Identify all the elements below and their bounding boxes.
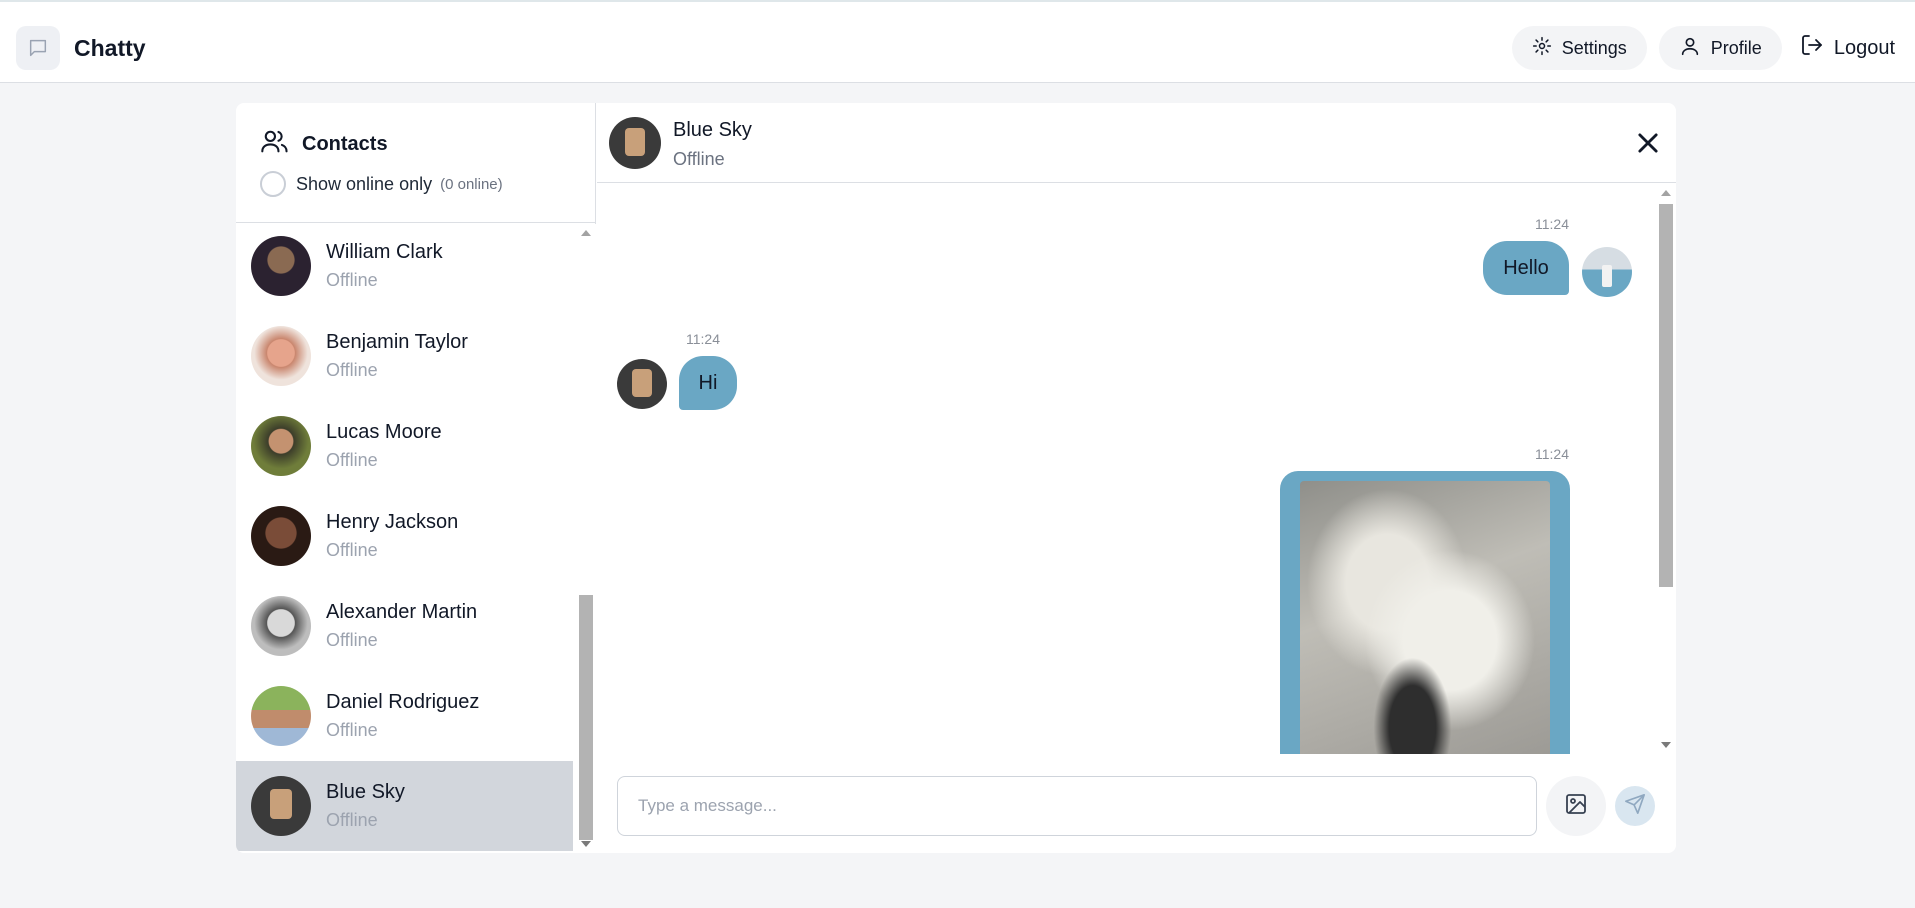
send-button[interactable] [1615, 786, 1655, 826]
navbar: Chatty Settings Profile Logout [0, 0, 1915, 83]
my-avatar [1582, 247, 1632, 297]
avatar [251, 776, 311, 836]
contact-status: Offline [326, 540, 378, 560]
messages-scrollbar[interactable] [1655, 184, 1676, 754]
chat-card: Contacts Show online only (0 online) Wil… [236, 103, 1676, 853]
settings-label: Settings [1561, 37, 1627, 58]
scroll-down-icon[interactable] [1661, 742, 1671, 748]
contact-item[interactable]: Daniel Rodriguez Offline [236, 671, 573, 761]
online-count: (0 online) [440, 175, 503, 193]
chat-header: Blue Sky Offline [597, 103, 1676, 183]
message-square-icon [16, 26, 60, 70]
message-bubble: Hello [1483, 241, 1569, 295]
contact-status: Offline [326, 720, 378, 740]
contact-item[interactable]: Henry Jackson Offline [236, 491, 573, 581]
contact-name: Daniel Rodriguez [326, 691, 480, 713]
avatar [251, 596, 311, 656]
contacts-header: Contacts Show online only (0 online) [236, 103, 596, 223]
contacts-scrollbar[interactable] [576, 224, 596, 853]
users-icon [260, 127, 290, 161]
chat-contact-name: Blue Sky [673, 119, 752, 141]
user-icon [1679, 35, 1711, 62]
avatar [251, 416, 311, 476]
image-icon [1564, 792, 1588, 821]
avatar [251, 236, 311, 296]
scrollbar-thumb[interactable] [1659, 204, 1673, 587]
app-name: Chatty [74, 34, 146, 61]
gear-icon [1532, 36, 1562, 61]
message-composer [597, 754, 1676, 853]
contact-status: Offline [326, 360, 378, 380]
avatar [251, 326, 311, 386]
contact-item[interactable]: Lucas Moore Offline [236, 401, 573, 491]
avatar [251, 506, 311, 566]
scroll-up-icon[interactable] [581, 230, 591, 236]
avatar [251, 686, 311, 746]
contact-name: Blue Sky [326, 781, 405, 803]
online-only-label: Show online only [296, 173, 433, 194]
scroll-down-icon[interactable] [581, 841, 591, 847]
brand[interactable]: Chatty [16, 26, 146, 70]
message-time: 11:24 [1535, 216, 1569, 232]
message-time: 11:24 [686, 331, 720, 347]
contacts-sidebar: Contacts Show online only (0 online) Wil… [236, 103, 596, 853]
contact-status: Offline [326, 270, 378, 290]
shared-image [1300, 481, 1550, 754]
message-input[interactable] [617, 776, 1537, 836]
contact-list[interactable]: William Clark Offline Benjamin Taylor Of… [236, 224, 576, 853]
contact-status: Offline [326, 630, 378, 650]
chat-contact-status: Offline [673, 149, 725, 169]
contacts-title-label: Contacts [302, 132, 388, 155]
contact-name: Lucas Moore [326, 421, 442, 443]
contact-name: Henry Jackson [326, 511, 459, 533]
message-bubble: Hi [679, 356, 737, 410]
attach-image-button[interactable] [1546, 776, 1606, 836]
online-only-checkbox[interactable] [260, 171, 286, 197]
profile-label: Profile [1710, 37, 1762, 58]
contact-item[interactable]: Alexander Martin Offline [236, 581, 573, 671]
logout-icon [1800, 33, 1834, 63]
message-time: 11:24 [1535, 446, 1569, 462]
online-filter[interactable]: Show online only (0 online) [260, 171, 503, 197]
settings-button[interactable]: Settings [1511, 26, 1647, 70]
logout-button[interactable]: Logout [1794, 26, 1899, 70]
contact-item-active[interactable]: Blue Sky Offline [236, 761, 573, 851]
chat-avatar [609, 117, 661, 169]
contact-name: Benjamin Taylor [326, 331, 468, 353]
message-list[interactable]: 11:24 Hello 11:24 Hi 11:24 [597, 184, 1676, 754]
send-icon [1624, 793, 1646, 820]
contact-item[interactable]: William Clark Offline [236, 224, 573, 311]
chat-panel: Blue Sky Offline 11:24 Hello 11:24 Hi 11… [597, 103, 1676, 853]
contact-status: Offline [326, 450, 378, 470]
contact-avatar [617, 359, 667, 409]
contact-name: William Clark [326, 241, 443, 263]
scrollbar-thumb[interactable] [579, 595, 593, 840]
contacts-title: Contacts [260, 127, 388, 161]
scroll-up-icon[interactable] [1661, 190, 1671, 196]
close-icon[interactable] [1634, 129, 1662, 157]
logout-label: Logout [1833, 36, 1895, 59]
profile-button[interactable]: Profile [1658, 26, 1782, 70]
contact-name: Alexander Martin [326, 601, 478, 623]
image-message[interactable] [1280, 471, 1570, 754]
nav-actions: Settings Profile Logout [1500, 26, 1899, 70]
contact-status: Offline [326, 810, 378, 830]
contact-item[interactable]: Benjamin Taylor Offline [236, 311, 573, 401]
